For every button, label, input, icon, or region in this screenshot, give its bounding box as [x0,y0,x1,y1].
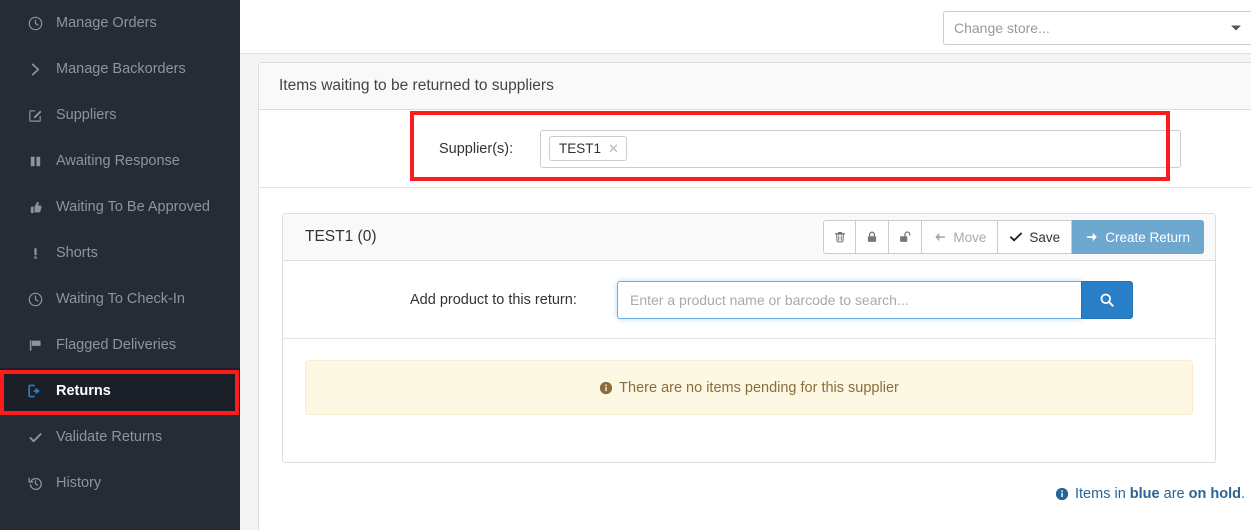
pause-bars-icon [22,154,48,169]
arrow-right-icon [1085,230,1099,244]
edit-square-icon [22,108,48,123]
info-circle-icon [1055,487,1069,501]
sidebar: Manage Orders Manage Backorders Supplier… [0,0,240,530]
clock-icon [22,292,48,307]
sidebar-item-label: Manage Orders [56,15,157,31]
sidebar-item-label: Returns [56,383,111,399]
sidebar-item-validate-returns[interactable]: Validate Returns [0,414,240,460]
sidebar-item-label: Waiting To Check-In [56,291,185,307]
change-store-placeholder: Change store... [954,20,1050,36]
legend-middle: are [1159,486,1189,502]
sidebar-item-history[interactable]: History [0,460,240,506]
legend-prefix: Items in [1075,486,1130,502]
no-items-alert-text: There are no items pending for this supp… [619,379,899,396]
add-product-row: Add product to this return: [283,261,1215,339]
unlock-button[interactable] [889,220,923,254]
supplier-tag-test1[interactable]: TEST1 ✕ [549,136,627,161]
sidebar-item-shorts[interactable]: Shorts [0,230,240,276]
clock-icon [22,16,48,31]
create-return-button[interactable]: Create Return [1072,220,1204,254]
sidebar-item-label: History [56,475,102,491]
return-actions-toolbar: Move Save Create Return [823,220,1204,254]
supplier-filter-row: Supplier(s): TEST1 ✕ [259,110,1251,188]
topbar: Change store... [240,0,1251,54]
supplier-return-panel-header: TEST1 (0) Move Save Create Return [283,214,1215,261]
legend-bold-onhold: on hold [1188,486,1241,502]
sidebar-item-suppliers[interactable]: Suppliers [0,92,240,138]
save-button-label: Save [1029,229,1061,245]
exclamation-icon [22,246,48,261]
arrow-left-icon [933,230,947,244]
legend-bold-blue: blue [1129,486,1160,502]
supplier-return-panel: TEST1 (0) Move Save Create Return Add pr… [282,213,1216,463]
add-product-label: Add product to this return: [410,291,577,308]
sidebar-item-label: Manage Backorders [56,61,186,77]
move-button[interactable]: Move [922,220,999,254]
add-product-search-group [617,280,1133,319]
sidebar-item-returns[interactable]: Returns [0,368,240,414]
sidebar-item-manage-orders[interactable]: Manage Orders [0,0,240,46]
supplier-filter-label: Supplier(s): [439,140,514,157]
sidebar-item-label: Waiting To Be Approved [56,199,210,215]
lock-icon [865,230,879,244]
sidebar-item-label: Validate Returns [56,429,163,445]
history-icon [22,476,48,491]
close-icon[interactable]: ✕ [608,141,619,157]
create-return-button-label: Create Return [1105,229,1190,245]
supplier-tag-label: TEST1 [559,141,602,156]
blue-on-hold-legend: Items in blue are on hold. [1055,486,1245,502]
thumbs-up-icon [22,200,48,215]
main-content: Change store... Items waiting to be retu… [240,0,1251,530]
trash-icon [833,230,847,244]
check-icon [1009,230,1023,244]
sidebar-item-awaiting-response[interactable]: Awaiting Response [0,138,240,184]
chevron-down-icon [1231,25,1241,31]
sign-out-icon [22,383,48,399]
add-product-search-input[interactable] [617,280,1081,319]
sidebar-item-manage-backorders[interactable]: Manage Backorders [0,46,240,92]
sidebar-item-label: Flagged Deliveries [56,337,177,353]
returns-panel: Items waiting to be returned to supplier… [258,62,1251,530]
supplier-tag-input[interactable]: TEST1 ✕ [540,129,1181,168]
sidebar-item-waiting-to-be-approved[interactable]: Waiting To Be Approved [0,184,240,230]
supplier-return-panel-title: TEST1 (0) [305,228,377,245]
legend-suffix: . [1240,486,1245,502]
sidebar-item-label: Awaiting Response [56,153,180,169]
sidebar-item-label: Suppliers [56,107,117,123]
flag-icon [22,338,48,353]
sidebar-item-label: Shorts [56,245,98,261]
chevron-right-icon [22,62,48,77]
change-store-select[interactable]: Change store... [943,11,1251,45]
sidebar-item-waiting-to-check-in[interactable]: Waiting To Check-In [0,276,240,322]
no-items-alert: There are no items pending for this supp… [305,360,1193,415]
page-title: Items waiting to be returned to supplier… [259,63,1251,110]
lock-button[interactable] [856,220,890,254]
app-root: Manage Orders Manage Backorders Supplier… [0,0,1251,530]
delete-button[interactable] [823,220,857,254]
check-icon [22,430,48,445]
info-circle-icon [599,381,613,395]
unlock-icon [898,230,912,244]
add-product-search-button[interactable] [1081,280,1133,319]
save-button[interactable]: Save [998,220,1073,254]
search-icon [1099,292,1115,308]
move-button-label: Move [953,229,987,245]
sidebar-item-flagged-deliveries[interactable]: Flagged Deliveries [0,322,240,368]
